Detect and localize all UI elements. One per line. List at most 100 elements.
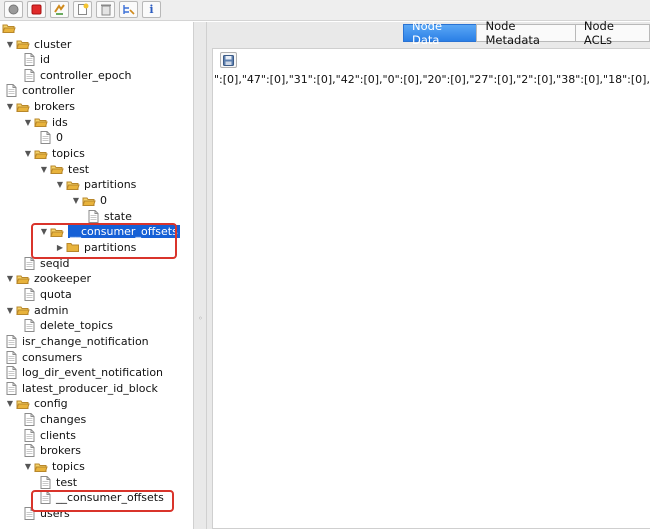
expand-arrow-down-icon[interactable]: ▼ — [4, 396, 16, 412]
tree-node-label[interactable]: brokers — [40, 444, 81, 457]
expand-arrow-down-icon[interactable]: ▼ — [54, 177, 66, 193]
split-pane-divider[interactable]: ◦ — [193, 22, 207, 529]
file-icon — [38, 475, 52, 489]
tree-node-ids[interactable]: ▼ ids — [22, 114, 68, 130]
folder-open-icon — [50, 162, 64, 176]
tree-node-label[interactable]: 0 — [100, 194, 107, 207]
expand-arrow-down-icon[interactable]: ▼ — [4, 302, 16, 318]
highlight-box-config-consumer-offsets — [31, 490, 174, 512]
tab-node-metadata[interactable]: Node Metadata — [476, 19, 576, 47]
disconnect-icon[interactable] — [27, 1, 46, 18]
folder-open-icon — [66, 178, 80, 192]
file-icon — [22, 53, 36, 67]
tree-node-label[interactable]: test — [68, 163, 89, 176]
highlight-box-brokers-consumer-offsets — [31, 223, 177, 259]
add-node-icon[interactable] — [73, 1, 92, 18]
folder-open-icon — [16, 303, 30, 317]
info-icon[interactable]: i — [142, 1, 161, 18]
tree-node-config[interactable]: ▼ config — [4, 396, 68, 412]
folder-open-icon — [16, 100, 30, 114]
tab-node-data[interactable]: Node Data — [403, 19, 478, 47]
tree-node-label[interactable]: 0 — [56, 131, 63, 144]
tree-node-consumers[interactable]: consumers — [4, 349, 82, 365]
tree-node-label[interactable]: log_dir_event_notification — [22, 366, 163, 379]
tree-node-0[interactable]: ▼ 0 — [70, 193, 107, 209]
tree-node-label[interactable]: delete_topics — [40, 319, 113, 332]
tree-root-folder-icon[interactable] — [2, 22, 16, 36]
node-tree[interactable]: ▼ cluster id controller_epoch controller ▼ bro… — [0, 22, 193, 529]
tree-node-id[interactable]: id — [22, 52, 50, 68]
tree-node-test[interactable]: test — [38, 474, 77, 490]
tree-node-isr-change-notification[interactable]: isr_change_notification — [4, 333, 149, 349]
file-icon — [22, 319, 36, 333]
tree-node-brokers[interactable]: ▼ brokers — [4, 99, 75, 115]
folder-open-icon — [16, 272, 30, 286]
expand-arrow-down-icon[interactable]: ▼ — [4, 271, 16, 287]
refresh-icon[interactable] — [50, 1, 69, 18]
tree-node-quota[interactable]: quota — [22, 286, 72, 302]
export-tree-icon[interactable] — [119, 1, 138, 18]
tree-node-label[interactable]: test — [56, 476, 77, 489]
tree-node-label[interactable]: isr_change_notification — [22, 335, 149, 348]
expand-arrow-down-icon[interactable]: ▼ — [38, 161, 50, 177]
tree-node-label[interactable]: partitions — [84, 178, 136, 191]
expand-arrow-down-icon[interactable]: ▼ — [22, 459, 34, 475]
tree-node-label[interactable]: cluster — [34, 38, 71, 51]
tree-node-label[interactable]: controller — [22, 84, 74, 97]
expand-arrow-down-icon[interactable]: ▼ — [22, 114, 34, 130]
tree-node-label[interactable]: admin — [34, 304, 68, 317]
tree-node-log-dir-event-notification[interactable]: log_dir_event_notification — [4, 365, 163, 381]
tree-node-label[interactable]: ids — [52, 116, 68, 129]
tree-node-label[interactable]: state — [104, 210, 132, 223]
expand-arrow-down-icon[interactable]: ▼ — [4, 36, 16, 52]
node-data-text[interactable]: ":[0],"47":[0],"31":[0],"42":[0],"0":[0]… — [214, 73, 650, 86]
tree-node-label[interactable]: latest_producer_id_block — [22, 382, 158, 395]
expand-arrow-down-icon[interactable]: ▼ — [4, 99, 16, 115]
tree-node-label[interactable]: consumers — [22, 351, 82, 364]
tab-bar: Node Data Node Metadata Node ACLs — [403, 19, 650, 47]
file-icon — [22, 444, 36, 458]
tree-node-label[interactable]: zookeeper — [34, 272, 91, 285]
expand-arrow-down-icon[interactable]: ▼ — [22, 146, 34, 162]
connect-icon[interactable] — [4, 1, 23, 18]
tree-node-controller[interactable]: controller — [4, 83, 74, 99]
tree-node-controller-epoch[interactable]: controller_epoch — [22, 67, 131, 83]
tree-node-label[interactable]: topics — [52, 460, 85, 473]
file-icon — [22, 68, 36, 82]
tab-node-acls[interactable]: Node ACLs — [574, 19, 650, 47]
tree-node-topics[interactable]: ▼ topics — [22, 146, 85, 162]
save-icon[interactable] — [220, 52, 237, 68]
tree-node-cluster[interactable]: ▼ cluster — [4, 36, 72, 52]
tree-node-latest-producer-id-block[interactable]: latest_producer_id_block — [4, 380, 158, 396]
file-icon — [86, 209, 100, 223]
expand-arrow-down-icon[interactable]: ▼ — [70, 193, 82, 209]
tree-node-label[interactable]: quota — [40, 288, 72, 301]
toolbar: i — [0, 0, 650, 21]
tree-node-state[interactable]: state — [86, 208, 132, 224]
tree-node-test[interactable]: ▼ test — [38, 161, 89, 177]
tree-node-brokers[interactable]: brokers — [22, 443, 81, 459]
node-view-pane: Node Data Node Metadata Node ACLs ":[0],… — [207, 19, 650, 529]
folder-open-icon — [34, 147, 48, 161]
tree-node-delete-topics[interactable]: delete_topics — [22, 318, 113, 334]
tree-node-topics[interactable]: ▼ topics — [22, 459, 85, 475]
divider-grip-icon[interactable]: ◦ — [198, 314, 203, 323]
tree-node-changes[interactable]: changes — [22, 412, 86, 428]
tree-node-label[interactable]: topics — [52, 147, 85, 160]
tree-node-label[interactable]: brokers — [34, 100, 75, 113]
file-icon — [22, 287, 36, 301]
tree-node-partitions[interactable]: ▼ partitions — [54, 177, 137, 193]
tree-node-label[interactable]: controller_epoch — [40, 69, 131, 82]
tree-node-label[interactable]: id — [40, 53, 50, 66]
delete-node-icon[interactable] — [96, 1, 115, 18]
tree-node-label[interactable]: config — [34, 397, 68, 410]
tree-node-clients[interactable]: clients — [22, 427, 76, 443]
tree-node-0[interactable]: 0 — [38, 130, 63, 146]
tree-node-label[interactable]: changes — [40, 413, 86, 426]
tree-node-label[interactable]: clients — [40, 429, 76, 442]
folder-open-icon — [82, 194, 96, 208]
node-data-panel: ":[0],"47":[0],"31":[0],"42":[0],"0":[0]… — [212, 48, 650, 529]
tree-node-zookeeper[interactable]: ▼ zookeeper — [4, 271, 91, 287]
file-icon — [22, 413, 36, 427]
tree-node-admin[interactable]: ▼ admin — [4, 302, 69, 318]
